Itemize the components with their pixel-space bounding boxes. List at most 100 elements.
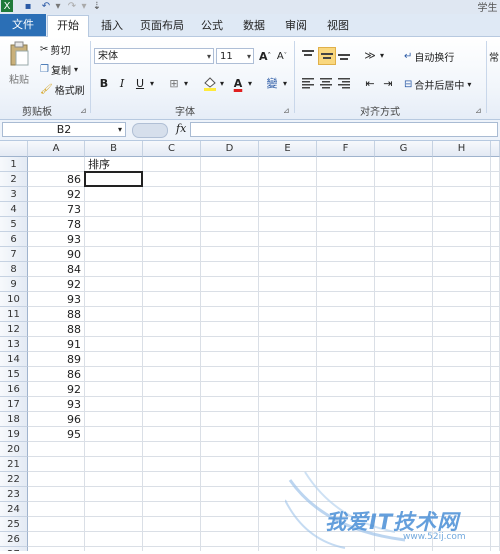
customize-quick-access-icon[interactable]: ⇣	[92, 0, 102, 12]
cell-overflow[interactable]	[491, 262, 500, 277]
row-header[interactable]: 26	[0, 532, 28, 547]
cell-overflow[interactable]	[491, 367, 500, 382]
cell-e18[interactable]	[259, 412, 317, 427]
cell-d25[interactable]	[201, 517, 259, 532]
cell-f3[interactable]	[317, 187, 375, 202]
tab-formulas[interactable]: 公式	[198, 16, 226, 36]
cell-c5[interactable]	[143, 217, 201, 232]
cell-overflow[interactable]	[491, 307, 500, 322]
cell-f7[interactable]	[317, 247, 375, 262]
column-header-e[interactable]: E	[259, 141, 317, 157]
cell-a20[interactable]	[28, 442, 85, 457]
cell-a27[interactable]	[28, 547, 85, 551]
cell-c15[interactable]	[143, 367, 201, 382]
tab-view[interactable]: 视图	[324, 16, 352, 36]
cell-a1[interactable]	[28, 157, 85, 172]
cell-c19[interactable]	[143, 427, 201, 442]
column-header-f[interactable]: F	[317, 141, 375, 157]
cell-overflow[interactable]	[491, 172, 500, 187]
cell-b23[interactable]	[85, 487, 143, 502]
undo-dropdown-icon[interactable]: ▾	[54, 0, 62, 12]
cell-overflow[interactable]	[491, 337, 500, 352]
cell-g4[interactable]	[375, 202, 433, 217]
save-icon[interactable]: ▪	[22, 0, 34, 12]
cell-b3[interactable]	[85, 187, 143, 202]
cell-c16[interactable]	[143, 382, 201, 397]
cell-c25[interactable]	[143, 517, 201, 532]
cell-g13[interactable]	[375, 337, 433, 352]
cell-a25[interactable]	[28, 517, 85, 532]
cell-e15[interactable]	[259, 367, 317, 382]
cell-c27[interactable]	[143, 547, 201, 551]
cell-c10[interactable]	[143, 292, 201, 307]
align-bottom-icon[interactable]	[336, 47, 352, 63]
phonetic-dropdown-icon[interactable]: ▾	[280, 75, 290, 91]
paste-button[interactable]: 粘贴	[6, 41, 32, 99]
fill-color-icon[interactable]	[202, 75, 218, 91]
cell-d4[interactable]	[201, 202, 259, 217]
row-header[interactable]: 13	[0, 337, 28, 352]
chevron-down-icon[interactable]: ▾	[118, 123, 122, 136]
cell-b18[interactable]	[85, 412, 143, 427]
cell-overflow[interactable]	[491, 232, 500, 247]
column-header-g[interactable]: G	[375, 141, 433, 157]
font-name-combo[interactable]: 宋体 ▾	[94, 48, 214, 64]
column-header-overflow[interactable]	[491, 141, 500, 157]
cell-h6[interactable]	[433, 232, 491, 247]
row-header[interactable]: 20	[0, 442, 28, 457]
fill-color-dropdown-icon[interactable]: ▾	[217, 75, 227, 91]
cell-c4[interactable]	[143, 202, 201, 217]
cell-c24[interactable]	[143, 502, 201, 517]
cell-e1[interactable]	[259, 157, 317, 172]
cell-e20[interactable]	[259, 442, 317, 457]
cell-f16[interactable]	[317, 382, 375, 397]
cell-d16[interactable]	[201, 382, 259, 397]
cell-overflow[interactable]	[491, 352, 500, 367]
cell-e2[interactable]	[259, 172, 317, 187]
cell-f2[interactable]	[317, 172, 375, 187]
row-header[interactable]: 5	[0, 217, 28, 232]
orientation-dropdown-icon[interactable]: ▾	[377, 47, 387, 63]
cell-d24[interactable]	[201, 502, 259, 517]
cell-a13[interactable]: 91	[28, 337, 85, 352]
cell-b24[interactable]	[85, 502, 143, 517]
cell-b20[interactable]	[85, 442, 143, 457]
bold-button[interactable]: B	[96, 75, 112, 91]
cell-f18[interactable]	[317, 412, 375, 427]
row-header[interactable]: 22	[0, 472, 28, 487]
column-header-d[interactable]: D	[201, 141, 259, 157]
cell-a2[interactable]: 86	[28, 172, 85, 187]
cell-c21[interactable]	[143, 457, 201, 472]
cell-b6[interactable]	[85, 232, 143, 247]
cell-e8[interactable]	[259, 262, 317, 277]
row-header[interactable]: 3	[0, 187, 28, 202]
row-header[interactable]: 7	[0, 247, 28, 262]
decrease-indent-icon[interactable]: ⇤	[362, 75, 378, 91]
cell-d17[interactable]	[201, 397, 259, 412]
cell-b10[interactable]	[85, 292, 143, 307]
cell-d6[interactable]	[201, 232, 259, 247]
cell-d11[interactable]	[201, 307, 259, 322]
tab-file[interactable]: 文件	[0, 14, 46, 36]
cell-g9[interactable]	[375, 277, 433, 292]
cell-a9[interactable]: 92	[28, 277, 85, 292]
align-top-icon[interactable]	[300, 47, 316, 63]
cell-b14[interactable]	[85, 352, 143, 367]
redo-dropdown-icon[interactable]: ▾	[80, 0, 88, 12]
cell-f14[interactable]	[317, 352, 375, 367]
cell-h13[interactable]	[433, 337, 491, 352]
cell-f4[interactable]	[317, 202, 375, 217]
cell-f1[interactable]	[317, 157, 375, 172]
cell-b7[interactable]	[85, 247, 143, 262]
cell-e6[interactable]	[259, 232, 317, 247]
cell-c20[interactable]	[143, 442, 201, 457]
cell-e11[interactable]	[259, 307, 317, 322]
border-icon[interactable]: ⊞	[166, 75, 182, 91]
cell-b16[interactable]	[85, 382, 143, 397]
cut-button[interactable]: ✂ 剪切	[40, 42, 70, 57]
cell-h16[interactable]	[433, 382, 491, 397]
cell-h17[interactable]	[433, 397, 491, 412]
cell-b21[interactable]	[85, 457, 143, 472]
cell-d14[interactable]	[201, 352, 259, 367]
column-header-a[interactable]: A	[28, 141, 85, 157]
